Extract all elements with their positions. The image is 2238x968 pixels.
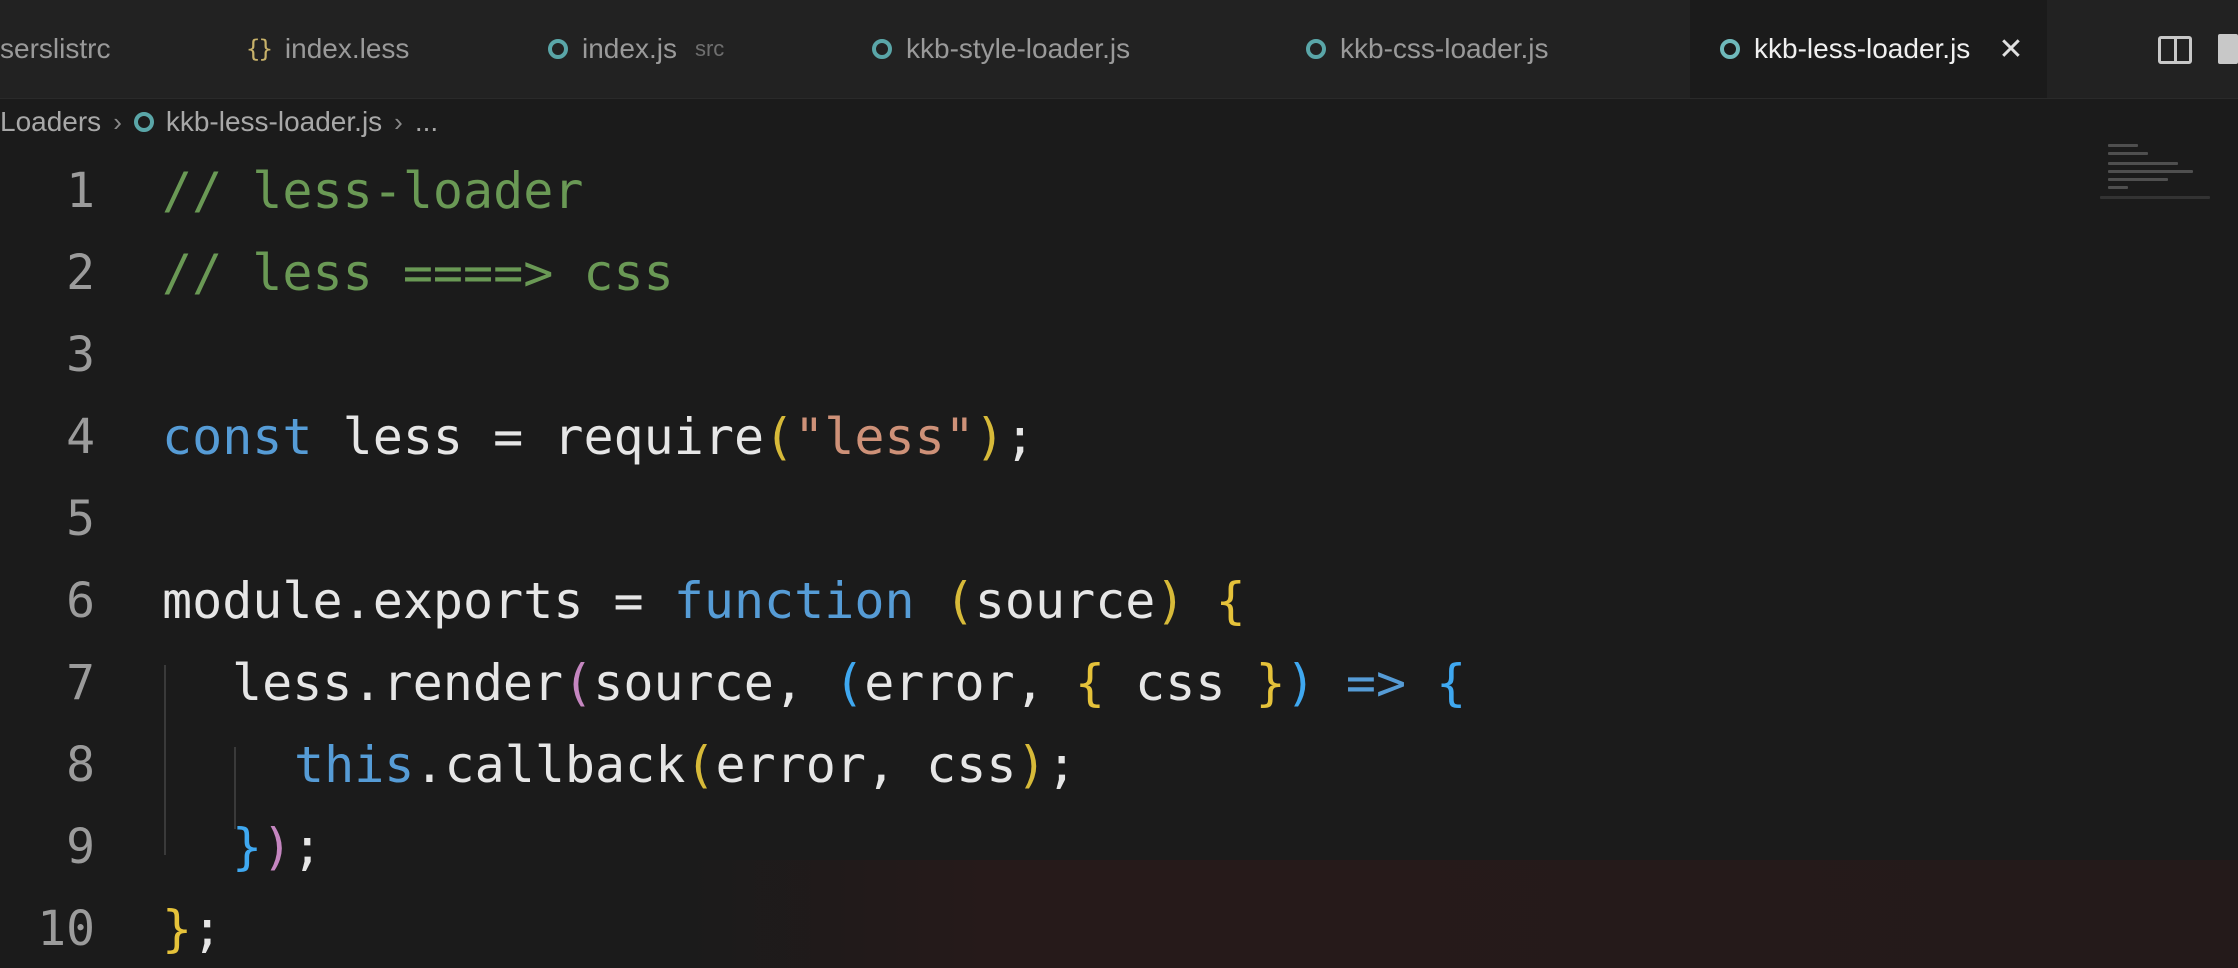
line-number: 3 xyxy=(66,327,95,383)
arrow-token: => xyxy=(1315,654,1437,712)
tab-label: kkb-css-loader.js xyxy=(1340,33,1549,64)
paren-token: ) xyxy=(262,818,293,876)
editor-window: serslistrc {} index.less index.js src kk… xyxy=(0,0,2238,968)
code-line-2[interactable]: 2 // less ====> css xyxy=(0,232,2100,314)
paren-token: ( xyxy=(764,408,795,466)
brace-token: } xyxy=(232,818,263,876)
chevron-right-icon: › xyxy=(394,106,403,137)
tab-hint: src xyxy=(694,36,725,61)
comment-text: // less ====> css xyxy=(162,244,674,302)
paren-token: ) xyxy=(1155,572,1186,630)
code-text: const less = require("less"); xyxy=(162,408,1035,466)
paren-token: ( xyxy=(944,572,975,630)
code-line-9[interactable]: 9 }); xyxy=(0,806,2100,888)
close-icon[interactable]: ✕ xyxy=(1998,32,2023,67)
identifier-token: less.render xyxy=(232,654,564,712)
punct-token: ; xyxy=(1004,408,1036,466)
line-number: 8 xyxy=(66,737,95,793)
tab-label: kkb-less-loader.js xyxy=(1754,33,1971,64)
tab-label: index.less xyxy=(284,33,410,64)
braces-icon: {} xyxy=(246,35,273,63)
breadcrumb-more[interactable]: ... xyxy=(415,106,438,138)
param-token: source xyxy=(974,572,1156,630)
punct-token: ; xyxy=(1046,736,1077,794)
code-text: module.exports = function (source) { xyxy=(162,572,1246,630)
function-token: require xyxy=(553,408,765,466)
line-number: 2 xyxy=(66,245,95,301)
paren-token: ( xyxy=(563,654,594,712)
punct-token: ; xyxy=(292,818,323,876)
code-line-7[interactable]: 7 less.render(source, (error, { css }) =… xyxy=(0,642,2100,724)
brace-token: } xyxy=(162,900,193,958)
paren-token: ) xyxy=(1016,736,1047,794)
more-actions-icon[interactable] xyxy=(2218,34,2238,64)
code-text: }); xyxy=(232,818,322,876)
gear-icon xyxy=(872,39,892,59)
line-number: 9 xyxy=(66,819,95,875)
tab-bar: serslistrc {} index.less index.js src kk… xyxy=(0,0,2238,99)
tab-kkb-css-loader[interactable]: kkb-css-loader.js xyxy=(1306,0,1549,98)
code-line-8[interactable]: 8 this.callback(error, css); xyxy=(0,724,2100,806)
line-number: 5 xyxy=(66,491,95,547)
tab-index-less[interactable]: {} index.less xyxy=(246,0,409,98)
paren-token: ) xyxy=(1285,654,1316,712)
tab-label: index.js xyxy=(582,33,677,64)
tab-index-js[interactable]: index.js src xyxy=(548,0,724,98)
gear-icon xyxy=(1720,39,1740,59)
tab-kkb-less-loader[interactable]: kkb-less-loader.js ✕ xyxy=(1690,0,2048,98)
breadcrumb: Loaders › kkb-less-loader.js › ... xyxy=(0,98,2238,146)
brace-token: { xyxy=(1074,654,1106,712)
keyword-token: this xyxy=(294,736,415,794)
identifier-token: .callback xyxy=(414,736,686,794)
line-number: 1 xyxy=(66,163,95,219)
comment-text: // less-loader xyxy=(162,162,584,220)
args-token: source, xyxy=(593,654,835,712)
identifier-token: module.exports = xyxy=(162,572,674,630)
string-token: "less" xyxy=(794,408,975,466)
brace-token: { xyxy=(1215,572,1246,630)
code-text: }; xyxy=(162,900,222,958)
breadcrumb-file[interactable]: kkb-less-loader.js xyxy=(166,106,382,138)
line-number: 10 xyxy=(37,901,95,957)
split-editor-icon[interactable] xyxy=(2158,36,2192,64)
breadcrumb-folder[interactable]: Loaders xyxy=(0,106,101,138)
code-editor[interactable]: 1 // less-loader 2 // less ====> css 3 4… xyxy=(0,150,2238,968)
code-text: less.render(source, (error, { css }) => … xyxy=(232,654,1466,712)
keyword-token: const xyxy=(162,408,313,466)
code-line-4[interactable]: 4 const less = require("less"); xyxy=(0,396,2100,478)
line-number: 4 xyxy=(66,409,95,465)
code-text: this.callback(error, css); xyxy=(294,736,1077,794)
paren-token: ) xyxy=(974,408,1005,466)
paren-token: ( xyxy=(834,654,865,712)
tab-label: kkb-style-loader.js xyxy=(906,33,1131,64)
gear-icon xyxy=(1306,39,1326,59)
code-line-10[interactable]: 10 }; xyxy=(0,888,2100,968)
args-token: error, xyxy=(864,654,1075,712)
brace-token: } xyxy=(1255,654,1286,712)
chevron-right-icon: › xyxy=(113,106,122,137)
keyword-token: function xyxy=(673,572,915,630)
line-number: 6 xyxy=(66,573,95,629)
code-line-5[interactable]: 5 xyxy=(0,478,2100,560)
punct-token: ; xyxy=(192,900,223,958)
tab-kkb-style-loader[interactable]: kkb-style-loader.js xyxy=(872,0,1130,98)
paren-token: ( xyxy=(685,736,716,794)
code-line-6[interactable]: 6 module.exports = function (source) { xyxy=(0,560,2100,642)
identifier-token: css xyxy=(1105,654,1256,712)
minimap-line xyxy=(2108,144,2138,147)
args-token: error, css xyxy=(715,736,1017,794)
gear-icon xyxy=(548,39,568,59)
tab-serslistrc[interactable]: serslistrc xyxy=(0,0,110,98)
line-number: 7 xyxy=(66,655,95,711)
tab-label: serslistrc xyxy=(0,33,111,64)
code-line-1[interactable]: 1 // less-loader xyxy=(0,150,2100,232)
brace-token: { xyxy=(1436,654,1467,712)
identifier-token: less = xyxy=(312,408,554,466)
code-line-3[interactable]: 3 xyxy=(0,314,2100,396)
gear-icon xyxy=(133,112,154,132)
